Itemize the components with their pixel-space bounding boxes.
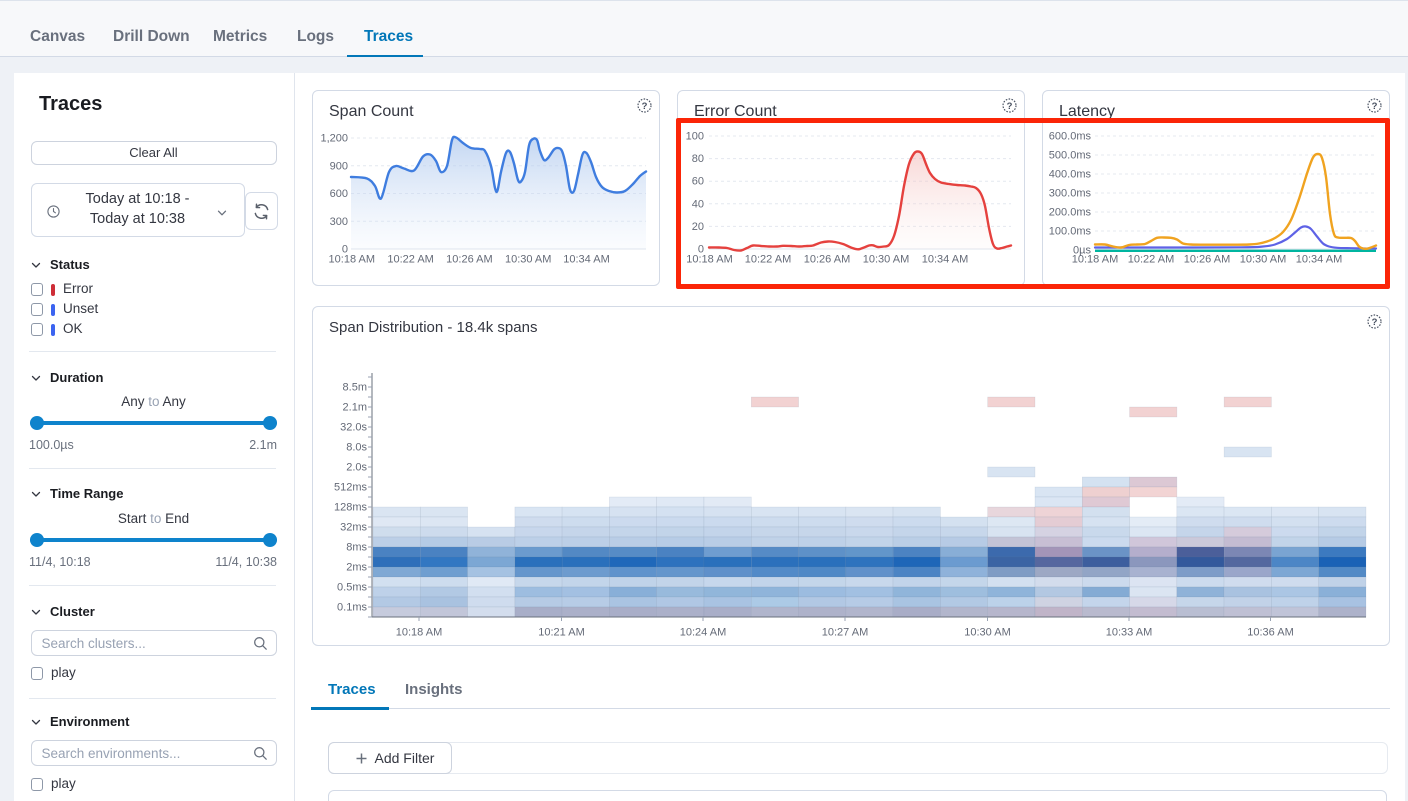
svg-text:8ms: 8ms (346, 542, 367, 554)
svg-text:1,200: 1,200 (320, 133, 348, 145)
svg-text:10:36 AM: 10:36 AM (1247, 627, 1293, 639)
svg-text:900: 900 (330, 160, 348, 172)
svg-text:10:27 AM: 10:27 AM (822, 627, 868, 639)
svg-text:0.1ms: 0.1ms (337, 602, 367, 614)
svg-text:10:33 AM: 10:33 AM (1106, 627, 1152, 639)
svg-text:300: 300 (330, 216, 348, 228)
svg-text:32.0s: 32.0s (340, 422, 367, 434)
svg-text:2.0s: 2.0s (346, 462, 367, 474)
svg-text:32ms: 32ms (340, 522, 367, 534)
svg-text:10:22 AM: 10:22 AM (387, 254, 433, 266)
svg-text:10:18 AM: 10:18 AM (396, 627, 442, 639)
svg-text:0.5ms: 0.5ms (337, 582, 367, 594)
svg-text:10:26 AM: 10:26 AM (446, 254, 492, 266)
svg-text:10:30 AM: 10:30 AM (964, 627, 1010, 639)
svg-text:600: 600 (330, 188, 348, 200)
svg-text:10:34 AM: 10:34 AM (563, 254, 609, 266)
svg-text:2ms: 2ms (346, 562, 367, 574)
svg-text:10:18 AM: 10:18 AM (329, 254, 375, 266)
svg-text:512ms: 512ms (334, 482, 368, 494)
svg-text:10:21 AM: 10:21 AM (538, 627, 584, 639)
svg-text:10:30 AM: 10:30 AM (505, 254, 551, 266)
svg-text:10:24 AM: 10:24 AM (680, 627, 726, 639)
svg-text:8.0s: 8.0s (346, 442, 367, 454)
svg-text:2.1m: 2.1m (343, 402, 367, 414)
svg-text:8.5m: 8.5m (343, 382, 367, 394)
svg-text:128ms: 128ms (334, 502, 368, 514)
